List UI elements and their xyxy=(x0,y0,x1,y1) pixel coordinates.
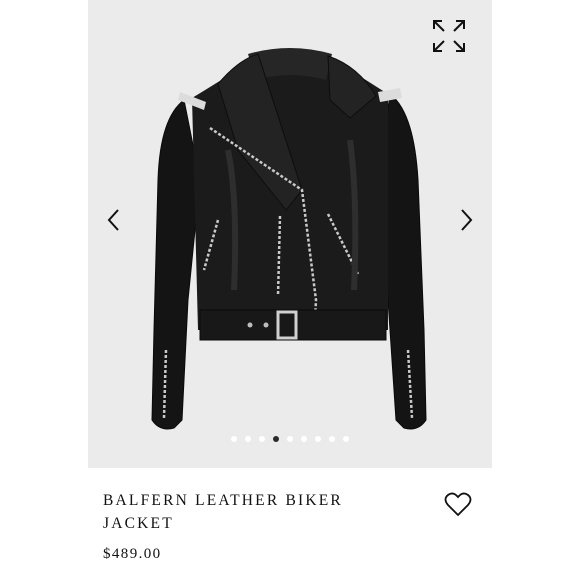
carousel-dot[interactable] xyxy=(301,436,307,442)
heart-outline-icon[interactable] xyxy=(444,492,472,518)
expand-icon[interactable] xyxy=(431,18,467,54)
product-title-line-1: BALFERN LEATHER BIKER xyxy=(103,492,343,509)
product-image xyxy=(151,48,427,430)
carousel-dot[interactable] xyxy=(287,436,293,442)
carousel-dot[interactable] xyxy=(343,436,349,442)
carousel-dot[interactable] xyxy=(329,436,335,442)
carousel-dot[interactable] xyxy=(259,436,265,442)
product-image-gallery[interactable] xyxy=(88,0,492,468)
carousel-dot[interactable] xyxy=(273,436,279,442)
carousel-dots xyxy=(88,436,492,446)
carousel-dot[interactable] xyxy=(231,436,237,442)
product-price: $489.00 xyxy=(103,546,162,562)
carousel-dot[interactable] xyxy=(245,436,251,442)
product-title: BALFERN LEATHER BIKER JACKET xyxy=(103,489,403,535)
chevron-right-icon[interactable] xyxy=(454,204,478,236)
carousel-dot[interactable] xyxy=(315,436,321,442)
product-title-line-2: JACKET xyxy=(103,515,174,532)
chevron-left-icon[interactable] xyxy=(102,204,126,236)
